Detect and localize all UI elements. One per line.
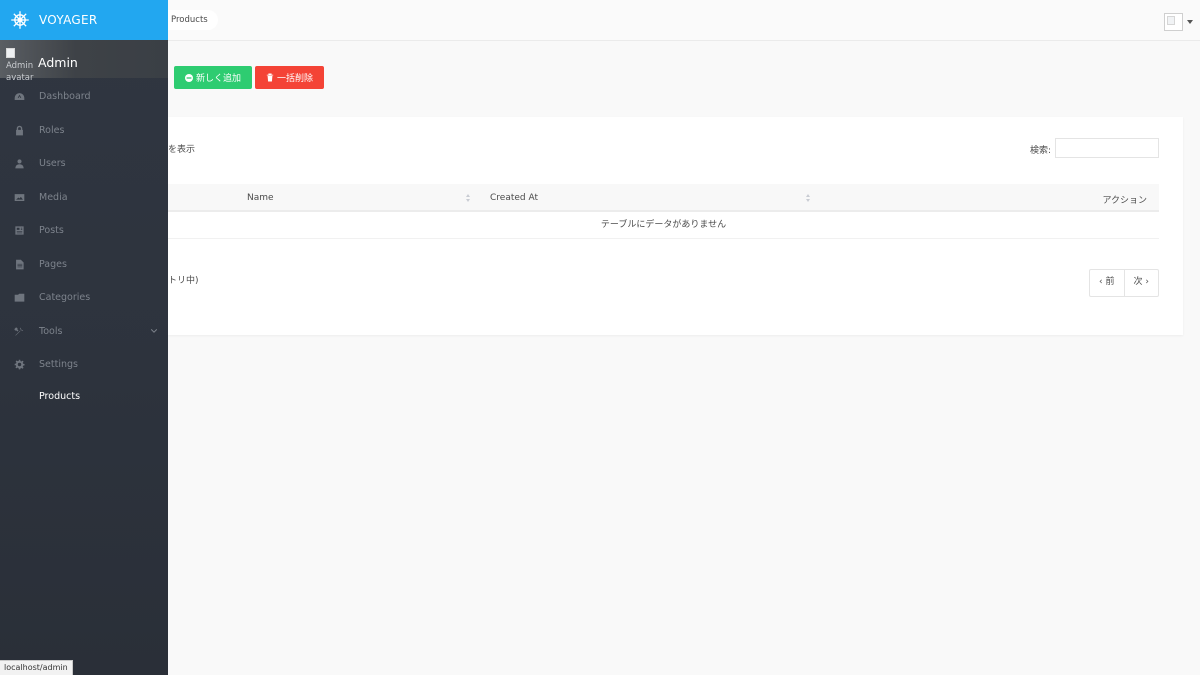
caret-down-icon	[1187, 20, 1193, 24]
sidebar-item-categories[interactable]: Categories	[0, 281, 168, 315]
folder-icon	[12, 291, 26, 305]
lock-icon	[12, 123, 26, 137]
pagination: ‹ 前 次 ›	[1089, 269, 1159, 297]
data-table-panel: を表示 検索: Name Created At アクション テーブルにデータがあ…	[168, 117, 1183, 335]
table-header: Name Created At アクション	[168, 184, 1159, 212]
sort-icon[interactable]	[806, 194, 811, 202]
brand-name: VOYAGER	[39, 13, 98, 27]
image-icon	[12, 190, 26, 204]
sidebar-item-label: Media	[39, 191, 68, 203]
entries-length-label: を表示	[168, 145, 196, 155]
trash-icon	[266, 73, 274, 82]
chevron-right-icon: ›	[1142, 277, 1149, 287]
gear-icon	[12, 358, 26, 372]
broken-image-icon	[6, 48, 15, 58]
sidebar-item-roles[interactable]: Roles	[0, 114, 168, 148]
search-input[interactable]	[1055, 138, 1159, 158]
search-label: 検索:	[1029, 146, 1051, 156]
bulk-delete-button[interactable]: 一括削除	[255, 66, 324, 89]
plus-circle-icon	[184, 73, 193, 82]
column-header-created-at[interactable]: Created At	[490, 193, 538, 203]
sidebar-item-dashboard[interactable]: Dashboard	[0, 80, 168, 114]
chevron-down-icon	[150, 328, 158, 333]
sidebar-item-label: Categories	[39, 292, 91, 304]
top-navbar: Products	[168, 0, 1200, 41]
sort-icon[interactable]	[466, 194, 471, 202]
sidebar-item-label: Dashboard	[39, 91, 91, 103]
pagination-next-label: 次	[1133, 277, 1143, 287]
sidebar-item-posts[interactable]: Posts	[0, 214, 168, 248]
table-info: トリ中)	[168, 276, 199, 286]
sidebar-item-label: Users	[39, 158, 66, 170]
add-new-label: 新しく追加	[195, 74, 241, 84]
sidebar-item-label: Roles	[39, 124, 65, 136]
sidebar-item-tools[interactable]: Tools	[0, 315, 168, 349]
breadcrumb[interactable]: Products	[168, 10, 218, 30]
user-panel[interactable]: Admin avatar Admin	[0, 40, 168, 83]
profile-avatar	[1164, 13, 1183, 31]
sidebar-item-label: Tools	[39, 325, 63, 337]
sidebar-item-products[interactable]: Products	[0, 382, 168, 412]
sidebar-item-label: Posts	[39, 225, 64, 237]
sidebar-menu: Dashboard Roles Users Media Posts Pages …	[0, 80, 168, 412]
tools-icon	[12, 324, 26, 338]
bulk-delete-label: 一括削除	[276, 74, 313, 84]
sidebar-item-settings[interactable]: Settings	[0, 348, 168, 382]
pagination-prev-label: 前	[1105, 277, 1115, 287]
products-icon	[12, 390, 26, 404]
avatar-alt-text: Admin	[6, 61, 34, 71]
dashboard-icon	[12, 90, 26, 104]
sidebar-item-label: Products	[39, 391, 81, 402]
file-icon	[12, 257, 26, 271]
sidebar-item-pages[interactable]: Pages	[0, 248, 168, 282]
table-empty-row: テーブルにデータがありません	[168, 212, 1159, 239]
sidebar-item-media[interactable]: Media	[0, 181, 168, 215]
helm-icon	[11, 11, 29, 29]
pagination-prev[interactable]: ‹ 前	[1090, 270, 1125, 296]
profile-dropdown[interactable]	[1164, 13, 1193, 31]
user-name: Admin	[38, 55, 78, 70]
sidebar-item-label: Pages	[39, 258, 67, 270]
column-header-actions: アクション	[1102, 196, 1147, 206]
brand-bar[interactable]: VOYAGER	[0, 0, 168, 40]
add-new-button[interactable]: 新しく追加	[174, 66, 252, 89]
news-icon	[12, 224, 26, 238]
sidebar: VOYAGER Admin avatar Admin Dashboard Rol…	[0, 0, 168, 675]
person-icon	[12, 157, 26, 171]
status-url: localhost/admin	[0, 660, 73, 675]
sidebar-item-label: Settings	[39, 359, 78, 371]
pagination-next[interactable]: 次 ›	[1125, 270, 1158, 296]
column-header-name[interactable]: Name	[247, 193, 274, 203]
sidebar-item-users[interactable]: Users	[0, 147, 168, 181]
